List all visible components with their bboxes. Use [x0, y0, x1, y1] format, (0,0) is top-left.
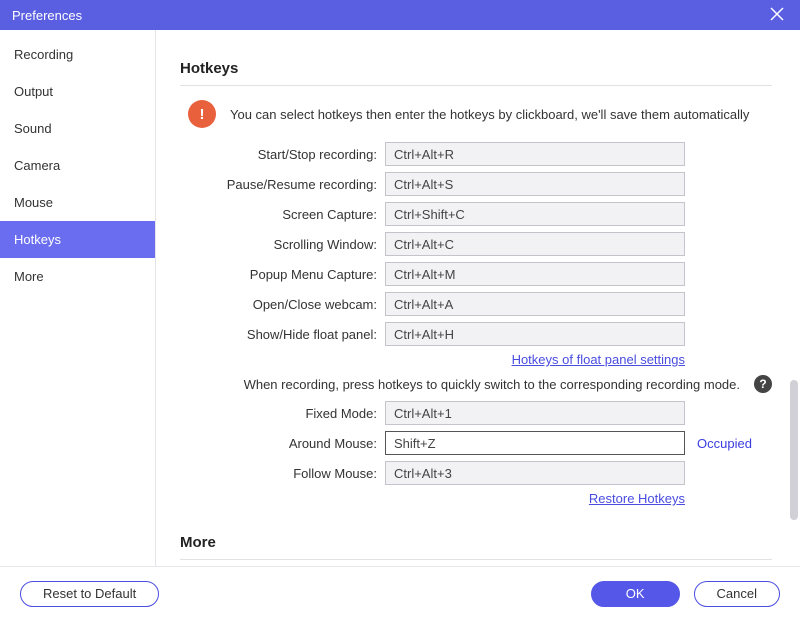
label-scrolling-window: Scrolling Window:	[180, 237, 385, 252]
info-row: ! You can select hotkeys then enter the …	[188, 100, 772, 128]
titlebar: Preferences	[0, 0, 800, 30]
input-webcam[interactable]	[385, 292, 685, 316]
help-icon[interactable]: ?	[754, 375, 772, 393]
input-fixed-mode[interactable]	[385, 401, 685, 425]
window-title: Preferences	[12, 8, 82, 23]
sidebar-item-more[interactable]: More	[0, 258, 155, 295]
alert-icon: !	[188, 100, 216, 128]
footer: Reset to Default OK Cancel	[0, 566, 800, 620]
input-screen-capture[interactable]	[385, 202, 685, 226]
sidebar-item-camera[interactable]: Camera	[0, 147, 155, 184]
label-webcam: Open/Close webcam:	[180, 297, 385, 312]
label-pause-resume: Pause/Resume recording:	[180, 177, 385, 192]
mode-hint-text: When recording, press hotkeys to quickly…	[188, 377, 746, 392]
input-popup-menu[interactable]	[385, 262, 685, 286]
reset-to-default-button[interactable]: Reset to Default	[20, 581, 159, 607]
sidebar-item-sound[interactable]: Sound	[0, 110, 155, 147]
label-around-mouse: Around Mouse:	[180, 436, 385, 451]
occupied-badge: Occupied	[697, 436, 752, 451]
input-around-mouse[interactable]	[385, 431, 685, 455]
ok-button[interactable]: OK	[591, 581, 680, 607]
sidebar-item-mouse[interactable]: Mouse	[0, 184, 155, 221]
sidebar-item-recording[interactable]: Recording	[0, 36, 155, 73]
input-follow-mouse[interactable]	[385, 461, 685, 485]
section-heading-hotkeys: Hotkeys	[180, 54, 772, 86]
sidebar-item-output[interactable]: Output	[0, 73, 155, 110]
input-float-panel[interactable]	[385, 322, 685, 346]
cancel-button[interactable]: Cancel	[694, 581, 780, 607]
input-scrolling-window[interactable]	[385, 232, 685, 256]
content-panel: Hotkeys ! You can select hotkeys then en…	[156, 30, 800, 566]
input-pause-resume[interactable]	[385, 172, 685, 196]
sidebar: Recording Output Sound Camera Mouse Hotk…	[0, 30, 156, 566]
link-float-panel-settings[interactable]: Hotkeys of float panel settings	[512, 352, 685, 367]
label-start-stop: Start/Stop recording:	[180, 147, 385, 162]
label-screen-capture: Screen Capture:	[180, 207, 385, 222]
label-popup-menu: Popup Menu Capture:	[180, 267, 385, 282]
section-heading-more: More	[180, 528, 772, 560]
sidebar-item-hotkeys[interactable]: Hotkeys	[0, 221, 155, 258]
link-restore-hotkeys[interactable]: Restore Hotkeys	[589, 491, 685, 506]
label-follow-mouse: Follow Mouse:	[180, 466, 385, 481]
close-icon[interactable]	[766, 3, 788, 28]
label-float-panel: Show/Hide float panel:	[180, 327, 385, 342]
scrollbar-thumb[interactable]	[790, 380, 798, 520]
label-fixed-mode: Fixed Mode:	[180, 406, 385, 421]
input-start-stop[interactable]	[385, 142, 685, 166]
info-text: You can select hotkeys then enter the ho…	[230, 107, 749, 122]
